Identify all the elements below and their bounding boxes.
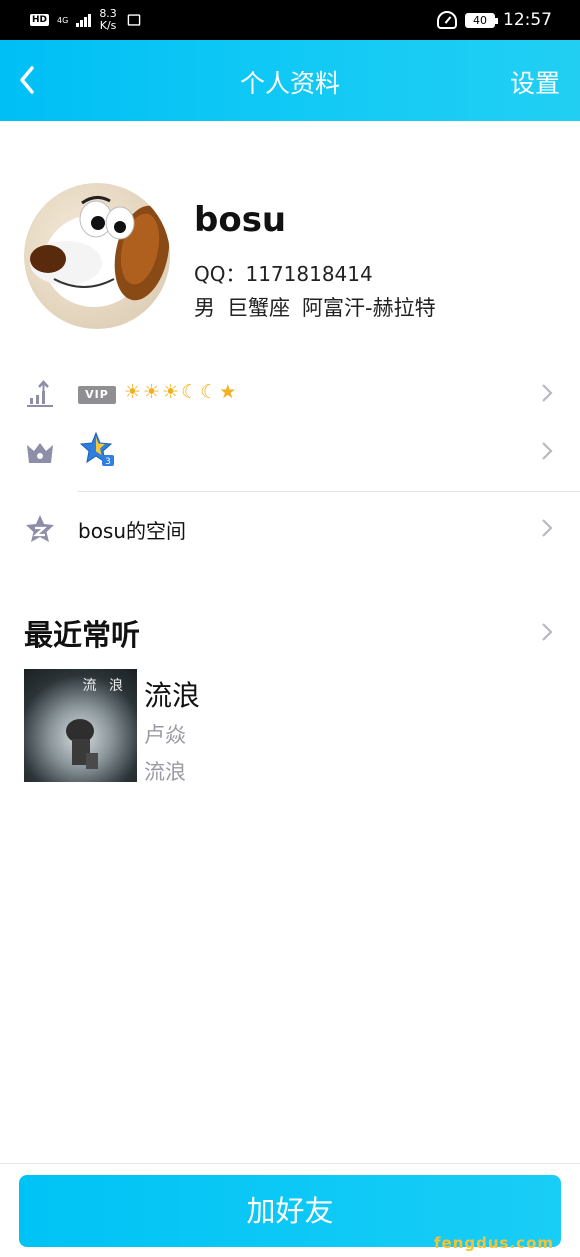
qq-level-icons: ☀ ☀ ☀ ☾ ☾ ★ [124,381,236,403]
header: 个人资料 设置 [0,40,580,121]
status-bar: HD 4G 8.3 K/s 40 12:57 [0,0,580,40]
song-artist: 卢焱 [144,723,186,747]
moon-icon: ☾ [200,381,218,403]
chevron-right-icon [540,518,554,538]
signal-icon [76,13,92,27]
qzone-label: bosu的空间 [78,519,187,543]
dog-avatar-image [30,196,170,307]
song-album: 流浪 [144,760,186,784]
avatar[interactable] [24,183,170,329]
vip-badge: VIP [78,386,116,404]
username: bosu [194,200,287,240]
divider [78,491,580,492]
clock: 12:57 [503,10,552,30]
gender: 男 [194,296,215,320]
qzone-star-icon [24,513,56,545]
chevron-right-icon [540,622,554,642]
status-left: HD 4G 8.3 K/s [30,8,143,32]
star-icon: ★ [219,381,237,403]
crown-box-icon [24,435,56,467]
location: 阿富汗-赫拉特 [302,296,436,320]
speed-unit: K/s [99,19,117,32]
chevron-right-icon [540,441,554,461]
recent-section-header[interactable] [0,604,580,660]
vibrate-icon [127,14,141,26]
watermark: fengdus.com [434,1234,554,1252]
profile-meta: 男 巨蟹座 阿富汗-赫拉特 [194,292,436,322]
network-type: 4G [57,15,69,25]
chevron-right-icon [540,383,554,403]
song-title[interactable]: 流浪 [144,674,200,714]
svg-text:3: 3 [105,457,111,467]
qq-number: QQ：1171818414 [194,262,373,286]
album-cover[interactable]: 流 浪 [24,669,137,782]
bottom-divider [0,1163,580,1164]
medal-row[interactable]: 3 [0,423,580,479]
page-title: 个人资料 [239,69,340,98]
sun-icon: ☀ [143,381,161,403]
moon-icon: ☾ [181,381,199,403]
settings-button[interactable]: 设置 [510,64,560,100]
battery-icon: 40 [465,12,498,28]
status-right: 40 12:57 [437,10,552,30]
speedometer-icon [437,11,457,29]
sun-icon: ☀ [162,381,180,403]
cover-art-figure [66,719,98,769]
hd-badge: HD [30,14,50,26]
sun-icon: ☀ [124,381,142,403]
star-medal-icon: 3 [79,431,116,467]
network-speed: 8.3 K/s [99,8,117,32]
level-up-icon [24,379,56,411]
zodiac: 巨蟹座 [227,296,290,320]
